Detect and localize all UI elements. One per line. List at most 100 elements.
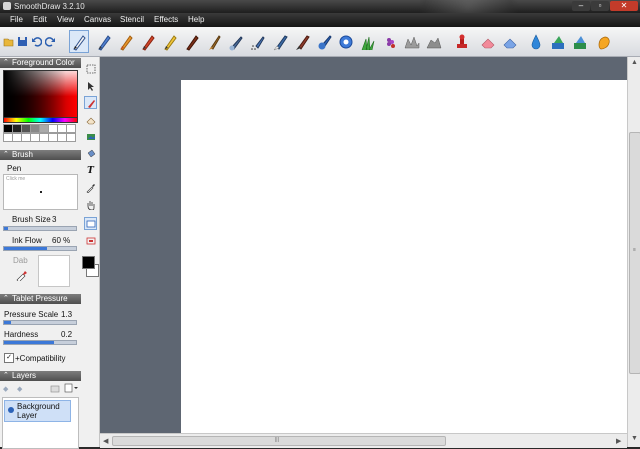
horizontal-scrollbar[interactable]: ◀ ||| ▶ <box>100 433 627 448</box>
menu-help[interactable]: Help <box>188 15 204 24</box>
pressure-scale-label: Pressure Scale <box>4 310 59 319</box>
hand-tool[interactable] <box>594 30 614 53</box>
grass-tool[interactable] <box>358 30 378 53</box>
stamp-tool[interactable] <box>452 30 472 53</box>
brush-preview-hint: Click me <box>6 176 26 182</box>
stamp-icon[interactable] <box>84 130 97 143</box>
select-rect-icon[interactable] <box>84 62 97 75</box>
flower-tool[interactable] <box>380 30 400 53</box>
hardness-slider[interactable] <box>3 340 77 345</box>
ink-flow-value: 60 % <box>52 236 71 245</box>
layer-delete-icon[interactable] <box>50 383 60 395</box>
color-swatch[interactable] <box>66 124 76 133</box>
rect-fill-icon[interactable] <box>84 234 97 247</box>
pressure-scale-slider[interactable] <box>3 320 77 325</box>
minimize-button[interactable]: – <box>572 1 590 11</box>
brush-size-slider[interactable] <box>3 226 77 231</box>
calligraphy-tool[interactable] <box>160 30 180 53</box>
soft-eraser-tool[interactable] <box>500 30 520 53</box>
marker-tool[interactable] <box>138 30 158 53</box>
ink-flow-slider[interactable] <box>3 246 77 251</box>
collapse-icon: ⌃ <box>3 59 9 66</box>
scroll-left-icon[interactable]: ◀ <box>103 437 108 445</box>
title-bar: SmoothDraw 3.2.10 – ▫ ✕ <box>0 0 640 13</box>
scroll-right-icon[interactable]: ▶ <box>616 437 621 445</box>
dab-preview[interactable] <box>38 255 70 287</box>
layer-name: Background Layer <box>17 402 60 420</box>
close-button[interactable]: ✕ <box>610 1 638 11</box>
drawing-canvas[interactable] <box>181 80 627 433</box>
layer-new-icon[interactable] <box>64 383 78 395</box>
pencil-tool[interactable] <box>94 30 114 53</box>
compatibility-checkbox[interactable]: ✓ <box>4 353 14 363</box>
blur-tool[interactable] <box>314 30 334 53</box>
hue-slider[interactable] <box>3 117 78 123</box>
layer-item[interactable]: Background Layer <box>4 400 71 422</box>
save-icon[interactable] <box>17 36 28 47</box>
sharpen-tool[interactable] <box>336 30 356 53</box>
side-toolbar: T <box>82 57 100 447</box>
menu-stencil[interactable]: Stencil <box>120 15 144 24</box>
water-drop-tool[interactable] <box>526 30 546 53</box>
foreground-color-chip[interactable] <box>82 256 95 269</box>
vertical-scrollbar[interactable]: ▲ ≡ ▼ <box>627 57 640 447</box>
layer-down-icon[interactable]: ◆ <box>17 385 22 393</box>
layer-visibility-icon[interactable] <box>7 406 15 416</box>
brush-size-value: 3 <box>52 215 57 224</box>
hand-icon[interactable] <box>84 198 97 211</box>
brush-size-label: Brush Size <box>12 215 51 224</box>
scroll-up-icon[interactable]: ▲ <box>631 59 638 66</box>
layers-header[interactable]: ⌃ Layers <box>0 371 81 381</box>
pressure-scale-value: 1.3 <box>61 310 73 319</box>
watercolor-tool[interactable] <box>292 30 312 53</box>
horizontal-scroll-thumb[interactable]: ||| <box>112 436 446 446</box>
foreground-color-header[interactable]: ⌃ Foreground Color <box>0 58 81 68</box>
menu-file[interactable]: File <box>10 15 23 24</box>
airbrush-tool[interactable] <box>226 30 246 53</box>
menu-canvas[interactable]: Canvas <box>84 15 111 24</box>
title-decoration <box>420 0 540 13</box>
text-icon[interactable]: T <box>84 164 97 177</box>
menu-effects[interactable]: Effects <box>154 15 178 24</box>
move-icon[interactable] <box>84 79 97 92</box>
redo-icon[interactable] <box>44 36 56 47</box>
fill-icon[interactable] <box>84 147 97 160</box>
eraser-icon[interactable] <box>84 113 97 126</box>
oil-brush-tool[interactable] <box>204 30 224 53</box>
menu-view[interactable]: View <box>57 15 74 24</box>
eyedropper-icon[interactable] <box>84 181 97 194</box>
rock-tool[interactable] <box>424 30 444 53</box>
spray-tool[interactable] <box>248 30 268 53</box>
smudge-tool[interactable] <box>270 30 290 53</box>
hardness-label: Hardness <box>4 330 39 339</box>
color-swatch[interactable] <box>66 133 76 142</box>
paint-bucket-tool[interactable] <box>570 30 590 53</box>
menu-edit[interactable]: Edit <box>33 15 47 24</box>
pen-tool[interactable] <box>69 30 89 53</box>
maximize-button[interactable]: ▫ <box>591 1 609 11</box>
layer-up-icon[interactable]: ◆ <box>3 385 8 393</box>
open-icon[interactable] <box>3 36 14 47</box>
tablet-pressure-header[interactable]: ⌃ Tablet Pressure <box>0 294 81 304</box>
color-picker-square[interactable] <box>3 70 78 118</box>
collapse-icon: ⌃ <box>3 295 9 302</box>
hardness-value: 0.2 <box>61 330 73 339</box>
vertical-scroll-thumb[interactable]: ≡ <box>629 132 640 374</box>
brush-preview[interactable]: Click me <box>3 174 78 210</box>
brush-name: Pen <box>7 164 22 173</box>
scroll-down-icon[interactable]: ▼ <box>631 435 638 442</box>
rect-icon[interactable] <box>84 217 97 230</box>
layers-list: Background Layer <box>2 397 79 449</box>
crayon-tool[interactable] <box>116 30 136 53</box>
undo-icon[interactable] <box>31 36 43 47</box>
eraser-tool[interactable] <box>478 30 498 53</box>
brush-dot <box>40 191 42 193</box>
charcoal-tool[interactable] <box>182 30 202 53</box>
brush-icon[interactable] <box>84 96 97 109</box>
bucket-fill-tool[interactable] <box>548 30 568 53</box>
dropper-icon[interactable] <box>15 269 27 283</box>
brush-header[interactable]: ⌃ Brush <box>0 150 81 160</box>
window-title: SmoothDraw 3.2.10 <box>14 2 85 11</box>
menu-bar: File Edit View Canvas Stencil Effects He… <box>0 13 640 27</box>
tree-tool[interactable] <box>402 30 422 53</box>
